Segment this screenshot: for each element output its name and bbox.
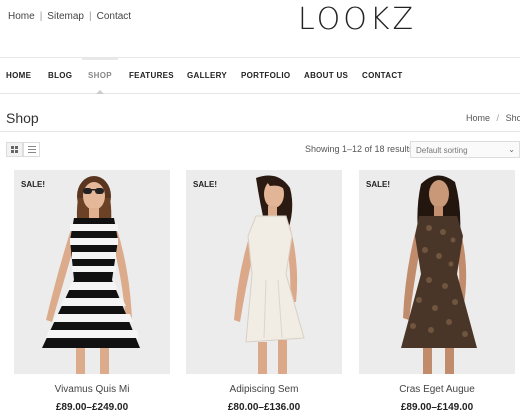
grid-view-button[interactable]	[6, 142, 23, 157]
product-image[interactable]: SALE!	[359, 170, 515, 374]
site-logo[interactable]: LOOKZ	[298, 2, 416, 37]
product-price: £89.00–£249.00	[55, 402, 129, 413]
breadcrumb-separator: /	[496, 113, 500, 123]
chevron-down-icon: ⌄	[508, 145, 515, 154]
breadcrumb: Home / Shop	[466, 113, 520, 123]
sale-badge: SALE!	[21, 180, 45, 189]
nav-item-portfolio[interactable]: PORTFOLIO	[241, 71, 290, 80]
nav-item-contact[interactable]: CONTACT	[362, 71, 403, 80]
product-name[interactable]: Vivamus Quis Mi	[14, 384, 170, 395]
page-header: Shop Home / Shop	[0, 95, 520, 132]
nav-item-gallery[interactable]: GALLERY	[187, 71, 227, 80]
page-title: Shop	[6, 110, 39, 126]
sale-badge: SALE!	[193, 180, 217, 189]
nav-item-shop[interactable]: SHOP	[88, 71, 112, 80]
result-count: Showing 1–12 of 18 results	[305, 144, 414, 154]
sort-select-value: Default sorting	[416, 146, 468, 155]
nav-item-blog[interactable]: BLOG	[48, 71, 72, 80]
top-link-sitemap[interactable]: Sitemap	[47, 11, 84, 22]
product-name[interactable]: Cras Eget Augue	[359, 384, 515, 395]
product-card[interactable]: SALE! Adipiscing Sem £80.00–£136.00	[186, 170, 342, 413]
sort-select[interactable]: Default sorting ⌄	[410, 141, 520, 158]
breadcrumb-current: Shop	[505, 113, 520, 123]
top-link-separator: |	[39, 11, 43, 22]
product-card[interactable]: SALE! Cras Eget Augue £89.00–£149.00	[359, 170, 515, 413]
product-image[interactable]: SALE!	[186, 170, 342, 374]
model-white-dress-image	[234, 175, 305, 374]
product-price: £80.00–£136.00	[227, 402, 301, 413]
nav-item-about-us[interactable]: ABOUT US	[304, 71, 348, 80]
nav-active-indicator	[82, 58, 118, 60]
sale-badge: SALE!	[366, 180, 390, 189]
product-price: £89.00–£149.00	[400, 402, 474, 413]
top-link-contact[interactable]: Contact	[97, 11, 131, 22]
top-bar: Home | Sitemap | Contact LOOKZ	[0, 0, 520, 58]
list-view-icon	[27, 146, 36, 153]
nav-item-home[interactable]: HOME	[6, 71, 31, 80]
product-image[interactable]: SALE!	[14, 170, 170, 374]
breadcrumb-home[interactable]: Home	[466, 113, 490, 123]
model-striped-dress-image	[42, 176, 140, 374]
top-link-home[interactable]: Home	[8, 11, 35, 22]
top-link-separator: |	[88, 11, 92, 22]
main-nav: HOME BLOG SHOP FEATURES GALLERY PORTFOLI…	[0, 58, 520, 94]
product-name[interactable]: Adipiscing Sem	[186, 384, 342, 395]
view-toggle	[6, 142, 40, 157]
product-card[interactable]: SALE! Vivamus Quis Mi £89.00–£249.00	[14, 170, 170, 413]
model-lace-dress-image	[401, 175, 477, 374]
nav-item-features[interactable]: FEATURES	[129, 71, 174, 80]
list-view-button[interactable]	[23, 142, 40, 157]
top-links: Home | Sitemap | Contact	[8, 11, 131, 22]
grid-view-icon	[11, 146, 18, 153]
nav-caret-icon	[96, 90, 104, 94]
